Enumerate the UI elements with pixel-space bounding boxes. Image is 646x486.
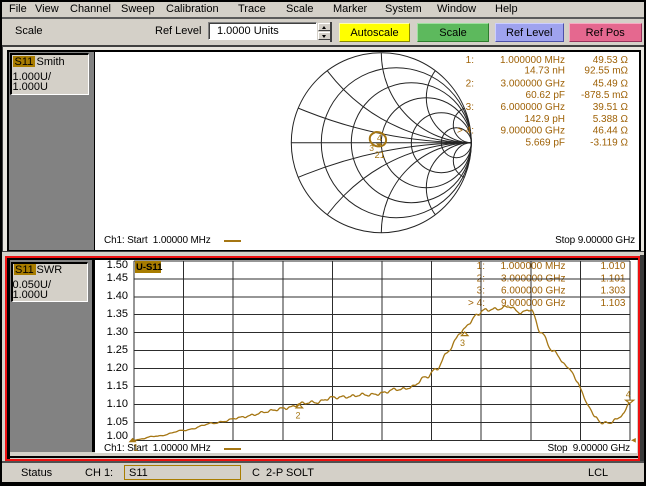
svg-text:2: 2 [295,411,300,421]
svg-text:6.000000 GHz: 6.000000 GHz [501,102,566,113]
svg-text:142.9 pH: 142.9 pH [524,114,565,125]
svg-text:60.62 pF: 60.62 pF [526,90,565,101]
svg-text:1.000000 MHz: 1.000000 MHz [500,55,565,66]
svg-text:4: 4 [377,133,382,144]
svg-text:1:: 1: [466,55,474,66]
svg-text:6.000000 GHz: 6.000000 GHz [501,286,566,297]
svg-text:5.669 pF: 5.669 pF [526,138,565,149]
svg-text:9.000000 GHz: 9.000000 GHz [501,126,566,137]
svg-text:3:: 3: [466,102,474,113]
svg-text:3: 3 [460,338,465,348]
svg-text:14.73 nH: 14.73 nH [524,65,565,76]
svg-text:1.103: 1.103 [600,298,625,309]
svg-text:1.000000 MHz: 1.000000 MHz [500,261,565,272]
svg-text:45.49 Ω: 45.49 Ω [593,78,629,89]
svg-text:5.388 Ω: 5.388 Ω [593,114,629,125]
svg-text:3.000000 GHz: 3.000000 GHz [501,78,566,89]
svg-text:1.010: 1.010 [600,261,625,272]
svg-text:4: 4 [626,390,631,400]
svg-text:46.44 Ω: 46.44 Ω [593,126,629,137]
svg-text:1.303: 1.303 [600,286,625,297]
svg-text:-3.119 Ω: -3.119 Ω [590,138,628,149]
svg-text:92.55 mΩ: 92.55 mΩ [584,65,628,76]
svg-text:2:: 2: [466,78,474,89]
svg-text:-878.5 mΩ: -878.5 mΩ [581,90,628,101]
svg-text:> 4:: > 4: [457,126,474,137]
svg-text:21: 21 [375,150,386,161]
svg-text:> 4:: > 4: [468,298,485,309]
svg-text:39.51 Ω: 39.51 Ω [593,102,629,113]
svg-text:3: 3 [369,143,374,153]
svg-text:49.53 Ω: 49.53 Ω [593,55,629,66]
